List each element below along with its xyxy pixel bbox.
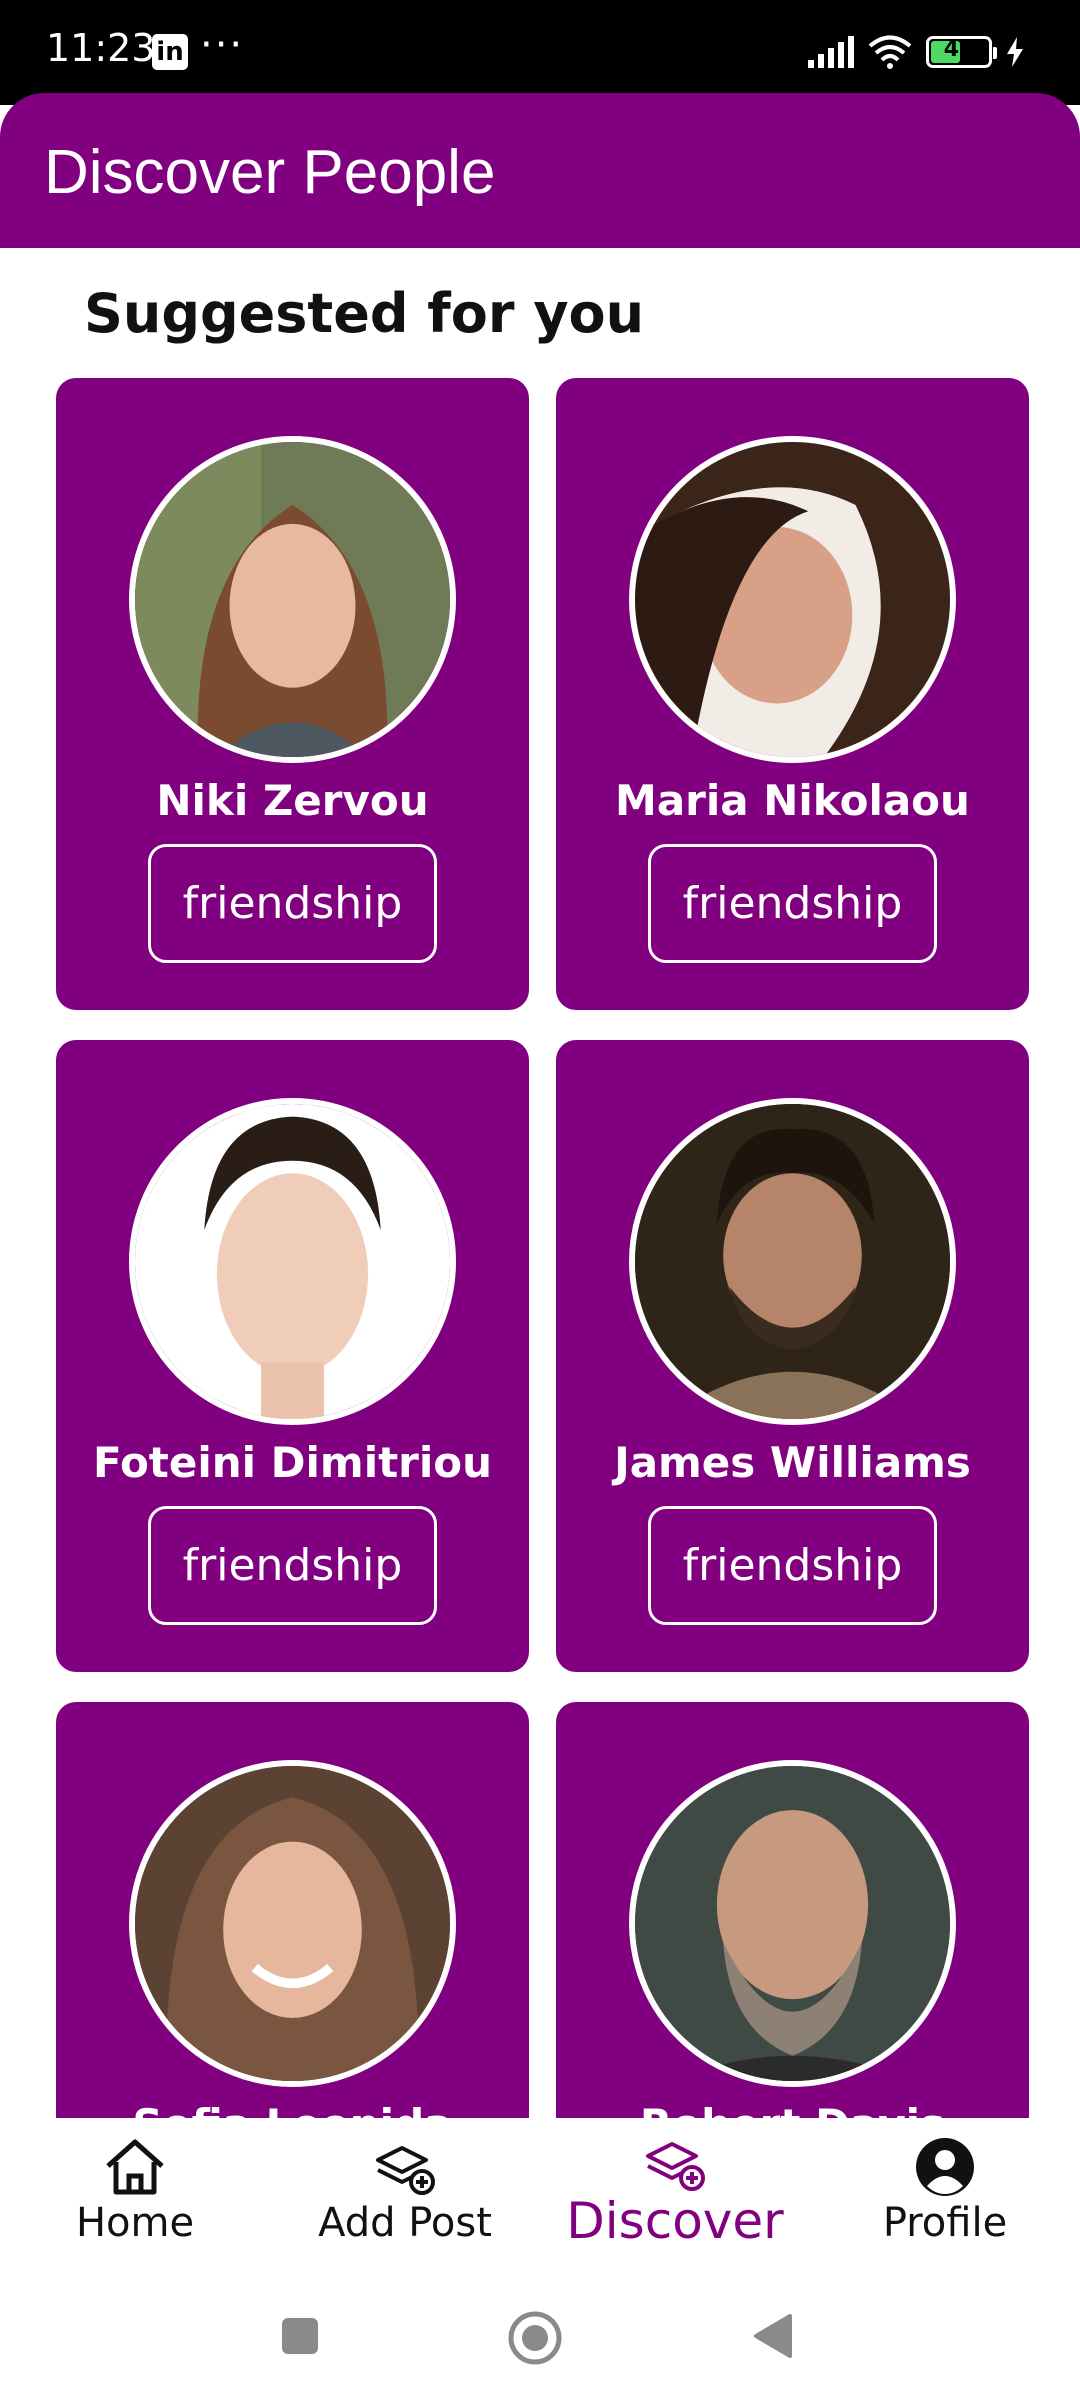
linkedin-icon: in — [152, 34, 188, 70]
nav-item-add-post[interactable]: Add Post — [270, 2118, 540, 2278]
avatar — [129, 436, 456, 763]
nav-label: Home — [75, 2200, 195, 2246]
person-card[interactable]: Foteini Dimitriou friendship — [56, 1040, 529, 1672]
avatar — [629, 1760, 956, 2087]
battery-icon: 48 — [926, 36, 997, 68]
avatar — [629, 1098, 956, 1425]
status-time: 11:23 — [46, 26, 156, 70]
bottom-navigation: Home Add Post Discover Profile — [0, 2118, 1080, 2278]
discover-icon — [646, 2142, 705, 2191]
avatar — [129, 1098, 456, 1425]
friendship-button[interactable]: friendship — [648, 844, 937, 963]
avatar — [129, 1760, 456, 2087]
profile-icon — [916, 2138, 974, 2196]
people-grid[interactable]: Suggested for you Niki Zervou friendship… — [0, 248, 1080, 2118]
home-button-icon[interactable] — [507, 2310, 563, 2366]
nav-label: Discover — [566, 2192, 784, 2250]
friendship-button[interactable]: friendship — [648, 1506, 937, 1625]
wifi-icon — [868, 35, 912, 69]
person-card[interactable]: James Williams friendship — [556, 1040, 1029, 1672]
add-post-icon — [376, 2146, 435, 2195]
battery-level-label: 48 — [943, 37, 975, 62]
back-icon[interactable] — [750, 2312, 794, 2360]
home-icon — [106, 2139, 164, 2195]
nav-item-home[interactable]: Home — [0, 2118, 270, 2278]
signal-icon — [808, 36, 854, 68]
person-name: Robert Davis — [556, 2100, 1029, 2118]
app-bar: Discover People — [0, 93, 1080, 248]
nav-label: Add Post — [318, 2200, 492, 2246]
status-icons: 48 — [808, 32, 1024, 72]
person-card[interactable]: Robert Davis friendship — [556, 1702, 1029, 2118]
person-card[interactable]: Sofia Leonida friendship — [56, 1702, 529, 2118]
person-name: Niki Zervou — [156, 776, 429, 825]
person-name: Sofia Leonida — [56, 2100, 529, 2118]
person-name: James Williams — [614, 1438, 971, 1487]
person-name: Maria Nikolaou — [615, 776, 970, 825]
nav-item-profile[interactable]: Profile — [810, 2118, 1080, 2278]
status-bar: 11:23 in ··· 48 — [0, 0, 1080, 105]
recent-apps-icon[interactable] — [280, 2316, 320, 2356]
more-notifications-icon: ··· — [200, 22, 245, 68]
system-navigation — [0, 2278, 1080, 2400]
friendship-button[interactable]: friendship — [148, 1506, 437, 1625]
section-title: Suggested for you — [84, 282, 645, 345]
page-title: Discover People — [44, 138, 496, 207]
person-card[interactable]: Maria Nikolaou friendship — [556, 378, 1029, 1010]
friendship-button[interactable]: friendship — [148, 844, 437, 963]
nav-item-discover[interactable]: Discover — [540, 2118, 810, 2278]
person-card[interactable]: Niki Zervou friendship — [56, 378, 529, 1010]
nav-label: Profile — [882, 2200, 1008, 2246]
avatar — [629, 436, 956, 763]
person-name: Foteini Dimitriou — [92, 1438, 493, 1487]
charging-icon — [1007, 37, 1023, 67]
